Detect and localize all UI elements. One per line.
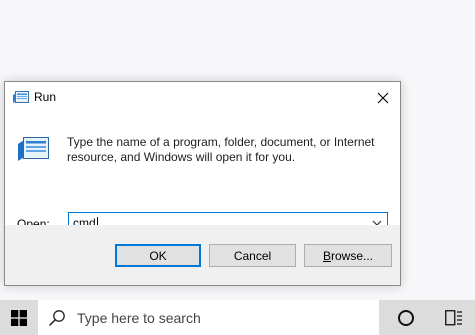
dialog-footer: OK Cancel Browse... — [5, 225, 400, 285]
dialog-content: Type the name of a program, folder, docu… — [5, 113, 400, 234]
taskbar: Type here to search — [0, 300, 475, 335]
dialog-description: Type the name of a program, folder, docu… — [67, 135, 375, 164]
cortana-button[interactable] — [384, 300, 428, 335]
dialog-title: Run — [34, 90, 57, 104]
search-placeholder: Type here to search — [77, 310, 201, 326]
cortana-circle-icon — [398, 309, 414, 326]
start-button[interactable] — [0, 300, 37, 335]
run-icon — [18, 136, 50, 162]
taskbar-search[interactable]: Type here to search — [38, 300, 379, 335]
cancel-button[interactable]: Cancel — [209, 244, 296, 267]
close-button[interactable] — [366, 82, 400, 113]
task-view-icon — [444, 309, 462, 325]
task-view-button[interactable] — [432, 300, 475, 335]
run-icon — [13, 91, 29, 104]
windows-logo-icon — [10, 309, 27, 326]
browse-button[interactable]: Browse... — [304, 244, 392, 267]
close-icon — [377, 92, 389, 103]
run-dialog: Run Type the name of a program, folder, … — [4, 81, 401, 286]
title-bar[interactable]: Run — [5, 82, 400, 113]
ok-button[interactable]: OK — [115, 244, 201, 267]
search-icon — [48, 309, 66, 327]
